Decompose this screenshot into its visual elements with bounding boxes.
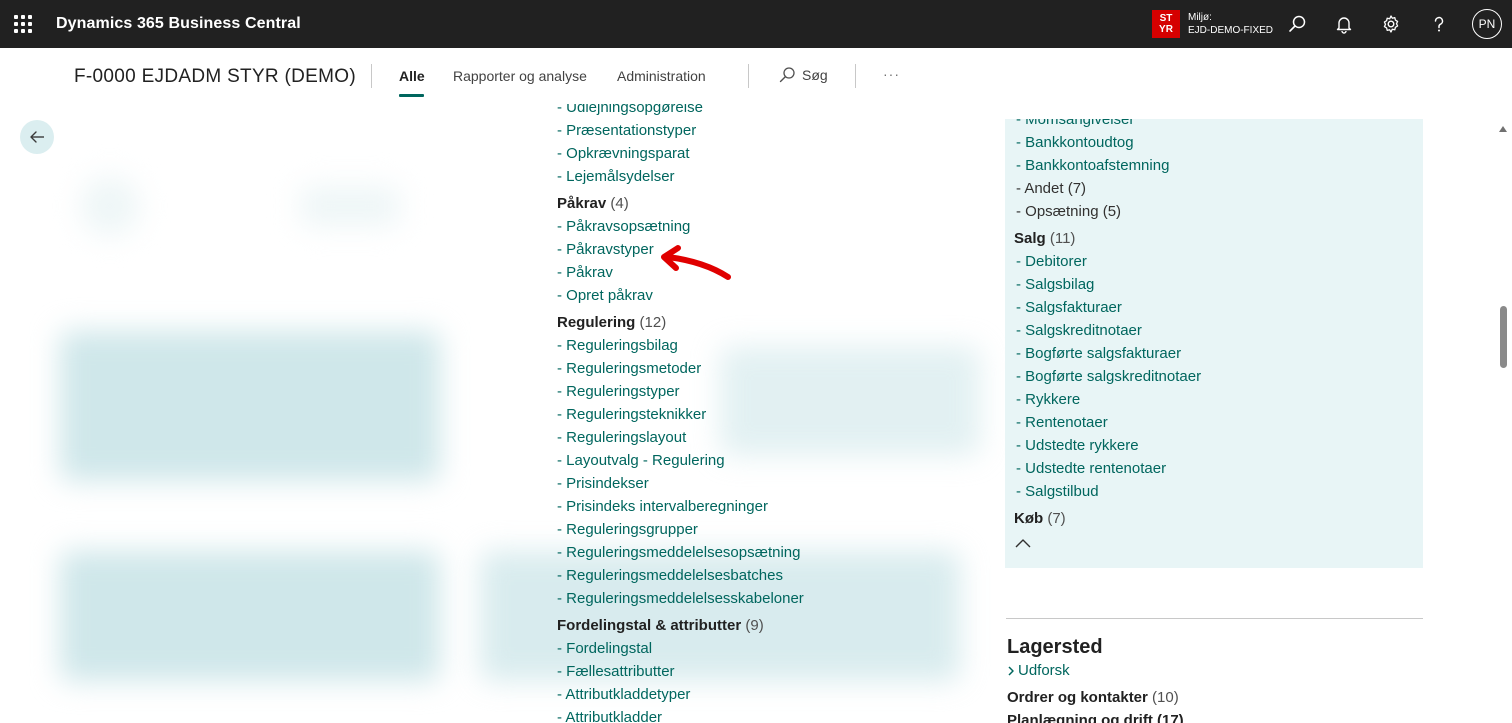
section-title-lagersted: Lagersted bbox=[1007, 636, 1103, 658]
blurred-tile bbox=[80, 176, 140, 236]
nav-link[interactable]: - Attributkladdetyper bbox=[557, 683, 804, 706]
bell-icon[interactable] bbox=[1330, 10, 1358, 38]
group-heading-salg: Salg (11) bbox=[1014, 230, 1076, 247]
blurred-card bbox=[60, 331, 440, 481]
nav-link[interactable]: - Reguleringsgrupper bbox=[557, 518, 804, 541]
nav-link[interactable]: - Rykkere bbox=[1014, 388, 1201, 411]
nav-link[interactable]: - Bogførte salgskreditnotaer bbox=[1014, 365, 1201, 388]
nav-link[interactable]: - Momsangivelser bbox=[1014, 119, 1201, 131]
divider bbox=[371, 64, 372, 88]
nav-link[interactable]: - Layoutvalg - Regulering bbox=[557, 449, 804, 472]
nav-link[interactable]: - Påkravsopsætning bbox=[557, 215, 804, 238]
nav-link[interactable]: - Reguleringstyper bbox=[557, 380, 804, 403]
gear-icon[interactable] bbox=[1377, 10, 1405, 38]
nav-link[interactable]: - Opkrævningsparat bbox=[557, 142, 804, 165]
nav-link[interactable]: - Præsentationstyper bbox=[557, 119, 804, 142]
nav-link[interactable]: - Lejemålsydelser bbox=[557, 165, 804, 188]
tab-alle[interactable]: Alle bbox=[399, 68, 425, 84]
environment-name: EJD-DEMO-FIXED bbox=[1188, 25, 1273, 36]
chevron-up-icon[interactable] bbox=[1014, 536, 1032, 550]
nav-link[interactable]: - Udstedte rentenotaer bbox=[1014, 457, 1201, 480]
scroll-thumb[interactable] bbox=[1500, 306, 1507, 368]
nav-link[interactable]: - Prisindeks intervalberegninger bbox=[557, 495, 804, 518]
nav-link[interactable]: - Rentenotaer bbox=[1014, 411, 1201, 434]
nav-link[interactable]: - Debitorer bbox=[1014, 250, 1201, 273]
nav-link[interactable]: - Opret påkrav bbox=[557, 284, 804, 307]
navigation-panel-right: - Momsangivelser - Bankkontoudtog - Bank… bbox=[1005, 119, 1423, 568]
group-heading-pakrav: Påkrav (4) bbox=[557, 195, 629, 212]
blurred-card bbox=[60, 551, 440, 681]
nav-link[interactable]: - Salgstilbud bbox=[1014, 480, 1201, 503]
nav-link[interactable]: - Reguleringsteknikker bbox=[557, 403, 804, 426]
nav-subgroup-opsaetning[interactable]: - Opsætning (5) bbox=[1014, 200, 1201, 223]
nav-link[interactable]: - Fordelingstal bbox=[557, 637, 804, 660]
search-button[interactable]: Søg bbox=[778, 66, 828, 84]
nav-link[interactable]: - Bogførte salgsfakturaer bbox=[1014, 342, 1201, 365]
group-heading-kob: Køb (7) bbox=[1014, 510, 1066, 527]
nav-link[interactable]: - Salgsbilag bbox=[1014, 273, 1201, 296]
waffle-icon[interactable] bbox=[14, 15, 32, 33]
active-tab-indicator bbox=[399, 94, 424, 97]
nav-link[interactable]: - Reguleringsmetoder bbox=[557, 357, 804, 380]
scroll-up-arrow-icon[interactable] bbox=[1499, 126, 1507, 132]
tab-rapporter-og-analyse[interactable]: Rapporter og analyse bbox=[453, 68, 587, 84]
user-avatar[interactable]: PN bbox=[1472, 9, 1502, 39]
nav-link[interactable]: - Fællesattributter bbox=[557, 660, 804, 683]
nav-link[interactable]: - Udstedte rykkere bbox=[1014, 434, 1201, 457]
company-title: F-0000 EJDADM STYR (DEMO) bbox=[74, 66, 356, 87]
section-divider bbox=[1006, 618, 1423, 619]
nav-link[interactable]: - Reguleringsbilag bbox=[557, 334, 804, 357]
app-title[interactable]: Dynamics 365 Business Central bbox=[56, 15, 301, 33]
blurred-tile bbox=[300, 186, 400, 226]
udforsk-label: Udforsk bbox=[1018, 662, 1070, 679]
nav-link[interactable]: - Attributkladder bbox=[557, 706, 804, 723]
nav-link[interactable]: - Reguleringslayout bbox=[557, 426, 804, 449]
search-icon bbox=[779, 67, 795, 83]
nav-subgroup-andet[interactable]: - Andet (7) bbox=[1014, 177, 1201, 200]
nav-link[interactable]: - Salgsfakturaer bbox=[1014, 296, 1201, 319]
environment-badge[interactable]: ST YR bbox=[1152, 10, 1180, 38]
udforsk-link[interactable]: Udforsk bbox=[1007, 662, 1070, 679]
nav-link[interactable]: - Prisindekser bbox=[557, 472, 804, 495]
group-heading-regulering: Regulering (12) bbox=[557, 314, 667, 331]
nav-link[interactable]: - Reguleringsmeddelelsesbatches bbox=[557, 564, 804, 587]
group-heading-ordrer-og-kontakter: Ordrer og kontakter (10) bbox=[1007, 689, 1179, 706]
nav-link[interactable]: - Bankkontoafstemning bbox=[1014, 154, 1201, 177]
tab-administration[interactable]: Administration bbox=[617, 68, 706, 84]
red-arrow-annotation bbox=[661, 245, 731, 280]
divider bbox=[855, 64, 856, 88]
back-button[interactable] bbox=[20, 120, 54, 154]
environment-label: Miljø: bbox=[1188, 12, 1212, 23]
search-label: Søg bbox=[802, 67, 828, 83]
search-icon[interactable] bbox=[1283, 10, 1311, 38]
group-heading-partial: Planlægning og drift (17) bbox=[1007, 712, 1184, 723]
divider bbox=[748, 64, 749, 88]
nav-link[interactable]: - Udlejningsopgørelse bbox=[557, 104, 804, 119]
navigation-column-middle: - Udlejningsopgørelse - Præsentationstyp… bbox=[557, 104, 987, 723]
nav-link[interactable]: - Reguleringsmeddelelsesopsætning bbox=[557, 541, 804, 564]
nav-link[interactable]: - Reguleringsmeddelelsesskabeloner bbox=[557, 587, 804, 610]
nav-link[interactable]: - Salgskreditnotaer bbox=[1014, 319, 1201, 342]
chevron-right-icon bbox=[1008, 665, 1014, 676]
vertical-scrollbar[interactable] bbox=[1496, 120, 1510, 723]
app-bar: Dynamics 365 Business Central ST YR Milj… bbox=[0, 0, 1512, 48]
more-options-button[interactable]: ··· bbox=[883, 66, 900, 82]
arrow-left-icon bbox=[30, 131, 44, 143]
environment-info[interactable]: Miljø: EJD-DEMO-FIXED bbox=[1188, 11, 1273, 37]
help-icon[interactable] bbox=[1425, 10, 1453, 38]
nav-link[interactable]: - Bankkontoudtog bbox=[1014, 131, 1201, 154]
group-heading-fordelingstal: Fordelingstal & attributter (9) bbox=[557, 617, 764, 634]
